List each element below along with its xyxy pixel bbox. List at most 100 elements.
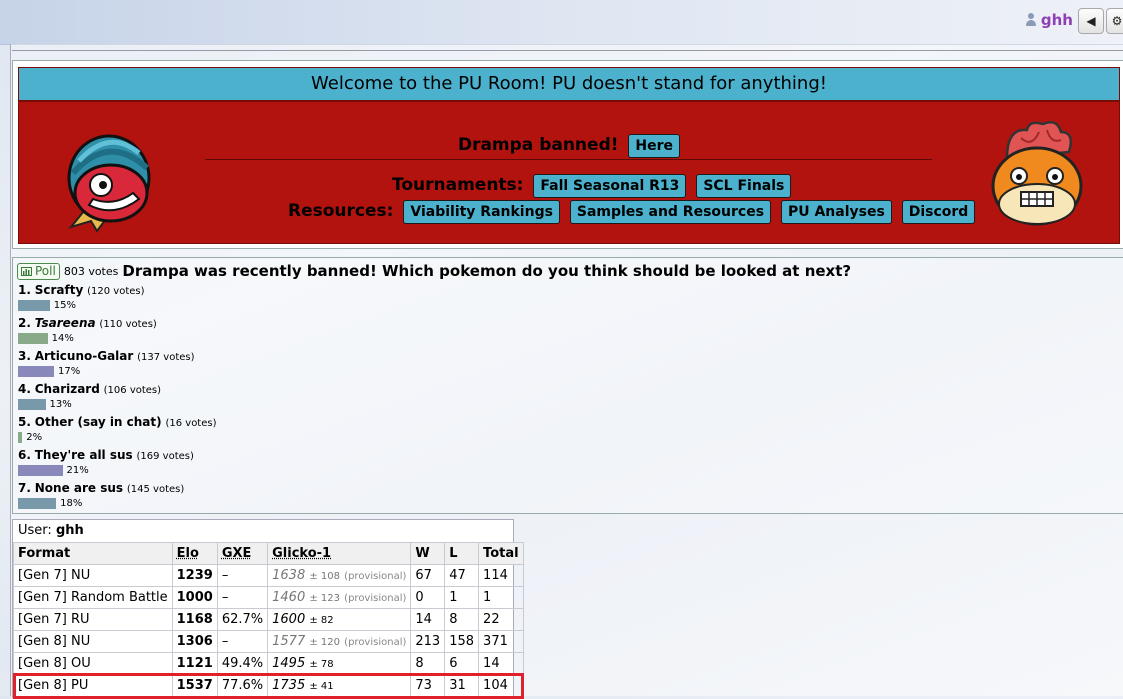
glicko-value: 1577 [272, 634, 305, 649]
samples-resources-button[interactable]: Samples and Resources [570, 200, 771, 224]
poll-option-percent: 14% [52, 333, 74, 344]
poll-option-number: 1. [18, 283, 31, 297]
poll-box: Poll 803 votes Drampa was recently banne… [12, 257, 1123, 514]
glicko-deviation: ± 108 [309, 571, 340, 582]
format-cell: [Gen 7] RU [14, 609, 173, 631]
fall-seasonal-button[interactable]: Fall Seasonal R13 [533, 174, 686, 198]
glicko-value: 1460 [272, 590, 305, 605]
ratings-table-box: User: ghh Format Elo GXE Glicko-1 W L To… [12, 519, 514, 698]
poll-option-bar-row: 17% [18, 364, 195, 379]
poll-option-percent: 13% [50, 399, 72, 410]
poll-option-bar-row: 14% [18, 331, 157, 346]
announcement-text: Drampa banned! [458, 135, 619, 155]
col-total: Total [479, 543, 524, 565]
poll-option-bar-row: 21% [18, 463, 194, 478]
poll-option-label: 4. Charizard (106 votes) [18, 381, 161, 397]
clipped-message [12, 44, 1123, 51]
room-banner: Welcome to the PU Room! PU doesn't stand… [18, 67, 1120, 244]
losses-cell: 158 [445, 631, 479, 653]
ratings-user-row: User: ghh [13, 520, 513, 542]
user-menu[interactable]: ghh [1025, 11, 1073, 29]
glicko-deviation: ± 123 [309, 593, 340, 604]
format-cell: [Gen 7] Random Battle [14, 587, 173, 609]
poll-result-bar [18, 300, 50, 311]
discord-button[interactable]: Discord [902, 200, 976, 224]
provisional-label: (provisional) [344, 571, 406, 582]
provisional-label: (provisional) [344, 593, 406, 604]
pu-analyses-button[interactable]: PU Analyses [781, 200, 892, 224]
col-losses: L [445, 543, 479, 565]
poll-option-name: They're all sus [35, 448, 133, 462]
col-elo: Elo [172, 543, 217, 565]
elo-cell: 1000 [172, 587, 217, 609]
scl-finals-button[interactable]: SCL Finals [696, 174, 791, 198]
provisional-label: (provisional) [344, 637, 406, 648]
glicko-cell: 1495 ± 78 [268, 653, 411, 675]
table-row: [Gen 8] NU 1306–1577 ± 120 (provisional) 2… [14, 631, 524, 653]
format-cell: [Gen 8] NU [14, 631, 173, 653]
poll-option[interactable]: 3. Articuno-Galar (137 votes) 17% [18, 348, 195, 379]
highlight-box [13, 673, 524, 699]
poll-option-name: Tsareena [35, 316, 96, 330]
sound-button[interactable]: ◀ [1078, 8, 1104, 34]
col-glicko: Glicko-1 [268, 543, 411, 565]
poll-result-bar [18, 465, 63, 476]
poll-option-number: 6. [18, 448, 31, 462]
poll-tag: Poll [17, 263, 60, 280]
bar-chart-icon [21, 267, 32, 276]
poll-option-percent: 18% [60, 498, 82, 509]
poll-result-bar [18, 498, 56, 509]
poll-option-name: Other (say in chat) [35, 415, 162, 429]
announcement-here-button[interactable]: Here [628, 134, 680, 158]
resources-label: Resources: [288, 201, 393, 221]
poll-option-label: 7. None are sus (145 votes) [18, 480, 184, 496]
gear-icon: ⚙ [1112, 14, 1123, 28]
poll-option-label: 3. Articuno-Galar (137 votes) [18, 348, 195, 364]
poll-option-number: 4. [18, 382, 31, 396]
poll-option-number: 7. [18, 481, 31, 495]
glicko-cell: 1460 ± 123 (provisional) [268, 587, 411, 609]
elo-cell: 1121 [172, 653, 217, 675]
username[interactable]: ghh [1041, 11, 1073, 29]
gxe-cell: – [217, 565, 267, 587]
poll-option[interactable]: 1. Scrafty (120 votes) 15% [18, 282, 145, 313]
viability-rankings-button[interactable]: Viability Rankings [403, 200, 560, 224]
poll-option[interactable]: 4. Charizard (106 votes) 13% [18, 381, 161, 412]
poll-option-label: 5. Other (say in chat) (16 votes) [18, 414, 217, 430]
poll-option[interactable]: 5. Other (say in chat) (16 votes) 2% [18, 414, 217, 445]
losses-cell: 47 [445, 565, 479, 587]
welcome-title: Welcome to the PU Room! PU doesn't stand… [19, 68, 1119, 102]
poll-option[interactable]: 2. Tsareena (110 votes) 14% [18, 315, 157, 346]
total-cell: 114 [479, 565, 524, 587]
tournaments-label: Tournaments: [392, 175, 523, 195]
poll-question: Drampa was recently banned! Which pokemo… [122, 262, 851, 280]
poll-option-votes: (110 votes) [99, 319, 156, 330]
poll-option-name: Articuno-Galar [35, 349, 134, 363]
poll-option-label: 2. Tsareena (110 votes) [18, 315, 157, 331]
elo-cell: 1239 [172, 565, 217, 587]
wins-cell: 8 [411, 653, 445, 675]
poll-option-percent: 21% [67, 465, 89, 476]
resources-row: Resources: Viability Rankings Samples an… [288, 200, 975, 224]
tournaments-row: Tournaments: Fall Seasonal R13 SCL Final… [392, 174, 791, 198]
poll-option-number: 2. [18, 316, 31, 330]
poll-option[interactable]: 6. They're all sus (169 votes) 21% [18, 447, 194, 478]
poll-option[interactable]: 7. None are sus (145 votes) 18% [18, 480, 184, 511]
gxe-cell: 62.7% [217, 609, 267, 631]
poll-option-votes: (16 votes) [165, 418, 216, 429]
total-cell: 1 [479, 587, 524, 609]
total-cell: 371 [479, 631, 524, 653]
settings-button[interactable]: ⚙ [1106, 8, 1123, 34]
elo-cell: 1168 [172, 609, 217, 631]
user-label: User: [18, 523, 52, 538]
table-row: [Gen 7] Random Battle 1000–1460 ± 123 (pr… [14, 587, 524, 609]
gxe-cell: – [217, 587, 267, 609]
glicko-value: 1495 [272, 656, 305, 671]
gxe-cell: 49.4% [217, 653, 267, 675]
announcement-row: Drampa banned! Here [19, 134, 1119, 158]
poll-result-bar [18, 366, 54, 377]
glicko-deviation: ± 120 [309, 637, 340, 648]
speaker-icon: ◀ [1086, 14, 1095, 28]
table-row: [Gen 7] RU 1168 62.7% 1600 ± 82 14 8 22 [14, 609, 524, 631]
poll-option-votes: (137 votes) [137, 352, 194, 363]
